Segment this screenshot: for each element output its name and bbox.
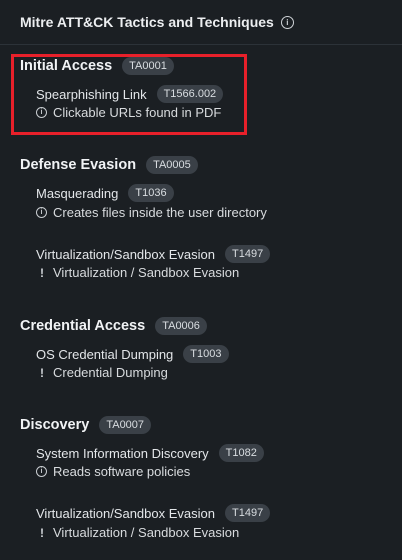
technique-detail: i Creates files inside the user director…: [36, 205, 267, 220]
tactic-name: Initial Access: [20, 58, 113, 74]
tactic-id-badge: TA0006: [155, 317, 207, 335]
technique-virtualization-sandbox-evasion[interactable]: Virtualization/Sandbox Evasion T1497: [36, 504, 271, 522]
technique-detail: ! Virtualization / Sandbox Evasion: [36, 525, 239, 540]
technique-name: Spearphishing Link: [36, 86, 147, 102]
technique-spearphishing-link[interactable]: Spearphishing Link T1566.002: [36, 85, 224, 103]
detail-text: Clickable URLs found in PDF: [53, 105, 222, 120]
info-icon: i: [36, 207, 47, 218]
technique-virtualization-sandbox-evasion[interactable]: Virtualization/Sandbox Evasion T1497: [36, 245, 271, 263]
technique-name: System Information Discovery: [36, 445, 209, 461]
warning-icon: !: [40, 365, 44, 380]
info-icon: i: [36, 466, 47, 477]
panel-title: Mitre ATT&CK Tactics and Techniques: [20, 14, 274, 30]
technique-detail: ! Virtualization / Sandbox Evasion: [36, 265, 239, 280]
warning-icon: !: [40, 265, 44, 280]
tactic-defense-evasion[interactable]: Defense Evasion TA0005: [20, 156, 198, 174]
technique-system-information-discovery[interactable]: System Information Discovery T1082: [36, 444, 264, 462]
technique-id-badge: T1036: [128, 184, 174, 202]
technique-id-badge: T1566.002: [156, 85, 224, 103]
info-icon: i: [36, 107, 47, 118]
info-icon[interactable]: i: [280, 16, 294, 29]
detail-text: Virtualization / Sandbox Evasion: [53, 525, 240, 540]
detail-text: Virtualization / Sandbox Evasion: [53, 265, 240, 280]
detail-text: Credential Dumping: [53, 365, 168, 380]
technique-name: OS Credential Dumping: [36, 346, 174, 362]
technique-id-badge: T1003: [183, 345, 229, 363]
technique-detail: i Reads software policies: [36, 464, 190, 479]
technique-id-badge: T1497: [225, 504, 271, 522]
technique-name: Virtualization/Sandbox Evasion: [36, 505, 215, 521]
tactic-id-badge: TA0007: [99, 416, 152, 434]
header-divider: [0, 44, 402, 45]
technique-id-badge: T1497: [225, 245, 271, 263]
panel-header: Mitre ATT&CK Tactics and Techniques i: [0, 0, 402, 44]
tactic-initial-access[interactable]: Initial Access TA0001: [20, 57, 174, 75]
mitre-attack-panel: Mitre ATT&CK Tactics and Techniques i In…: [0, 0, 402, 560]
tactic-name: Defense Evasion: [20, 157, 137, 173]
technique-detail: ! Credential Dumping: [36, 365, 168, 380]
tactic-discovery[interactable]: Discovery TA0007: [20, 416, 152, 434]
tactic-name: Credential Access: [20, 318, 146, 334]
tactic-id-badge: TA0005: [146, 156, 198, 174]
detail-text: Creates files inside the user directory: [53, 205, 267, 220]
tactic-credential-access[interactable]: Credential Access TA0006: [20, 317, 207, 335]
technique-detail: i Clickable URLs found in PDF: [36, 105, 221, 120]
warning-icon: !: [40, 525, 44, 540]
detail-text: Reads software policies: [53, 464, 191, 479]
technique-masquerading[interactable]: Masquerading T1036: [36, 184, 174, 202]
technique-id-badge: T1082: [218, 444, 264, 462]
tactic-id-badge: TA0001: [122, 57, 174, 75]
technique-name: Masquerading: [36, 185, 119, 201]
technique-name: Virtualization/Sandbox Evasion: [36, 246, 215, 262]
tactic-name: Discovery: [20, 417, 90, 433]
technique-os-credential-dumping[interactable]: OS Credential Dumping T1003: [36, 345, 229, 363]
